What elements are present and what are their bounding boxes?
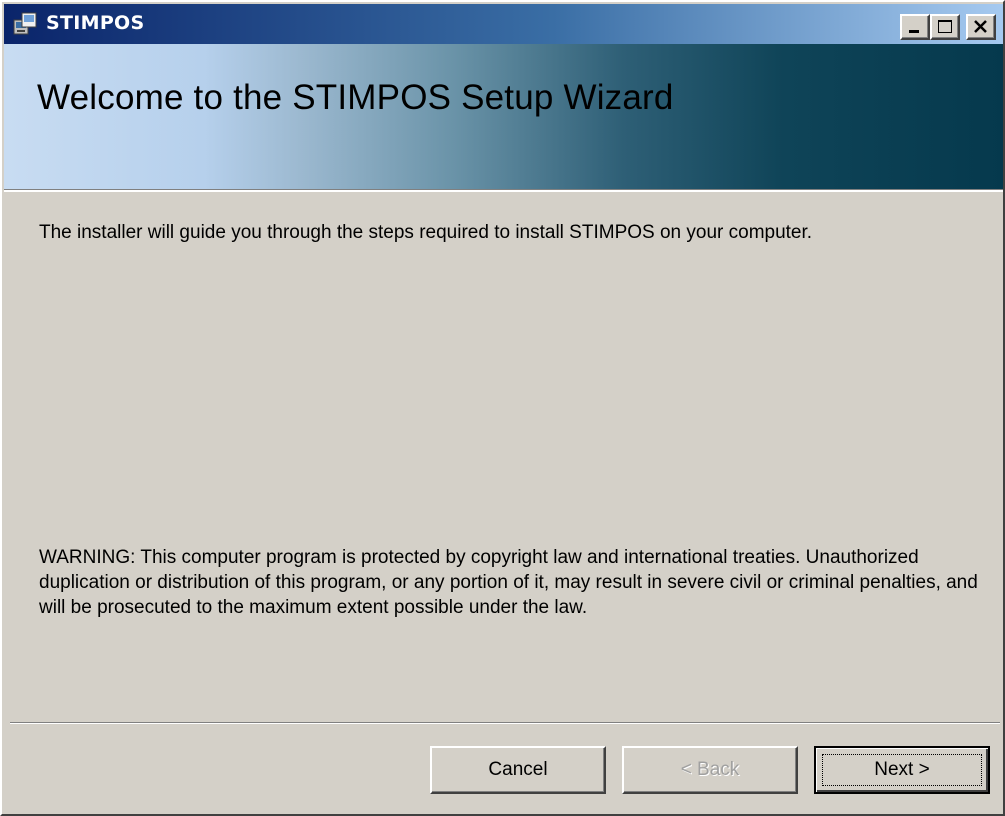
setup-wizard-window: STIMPOS Welcome to the STIMPOS Setup Wiz… <box>0 0 1005 816</box>
minimize-icon <box>909 30 919 33</box>
close-button[interactable] <box>966 14 996 40</box>
copyright-warning: WARNING: This computer program is protec… <box>39 547 978 618</box>
intro-text: The installer will guide you through the… <box>39 222 813 243</box>
window-title: STIMPOS <box>46 12 145 34</box>
banner-divider <box>4 190 1003 192</box>
close-icon <box>974 20 987 33</box>
button-separator-highlight <box>10 723 1000 724</box>
maximize-icon <box>938 20 952 33</box>
next-button-label: Next > <box>874 759 930 780</box>
back-button[interactable]: < Back <box>622 746 798 794</box>
maximize-button[interactable] <box>930 14 960 40</box>
title-bar[interactable]: STIMPOS <box>4 4 1003 44</box>
cancel-button[interactable]: Cancel <box>430 746 606 794</box>
installer-icon <box>12 10 40 38</box>
minimize-button[interactable] <box>900 14 930 40</box>
next-button[interactable]: Next > <box>814 746 990 794</box>
wizard-banner: Welcome to the STIMPOS Setup Wizard <box>4 44 1003 190</box>
banner-title: Welcome to the STIMPOS Setup Wizard <box>37 78 674 117</box>
